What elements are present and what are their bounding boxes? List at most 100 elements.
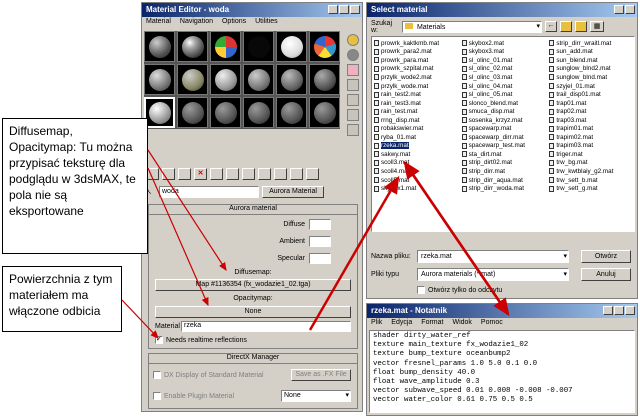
file-item[interactable]: scoll3.mat <box>374 159 459 168</box>
close-button[interactable] <box>350 5 360 14</box>
file-item[interactable]: sl_olinc_05.mat <box>461 90 547 99</box>
view-menu-icon[interactable]: ▦ <box>590 21 604 32</box>
file-item[interactable]: przylk_wode.mat <box>374 82 459 91</box>
file-item[interactable]: trapim02.mat <box>549 133 634 142</box>
readonly-checkbox[interactable] <box>417 286 425 294</box>
sample-slot[interactable] <box>276 97 307 128</box>
sample-slot[interactable] <box>243 64 274 95</box>
make-unique-icon[interactable] <box>226 168 239 180</box>
file-item[interactable]: skybox1.mat <box>374 184 459 193</box>
plugin-dropdown[interactable]: None ▾ <box>281 390 351 402</box>
menu-plik[interactable]: Plik <box>371 319 382 328</box>
file-item[interactable]: sakwy.mat <box>374 150 459 159</box>
cancel-button[interactable]: Anuluj <box>581 268 631 281</box>
video-color-icon[interactable] <box>347 94 359 106</box>
menu-material[interactable]: Material <box>146 18 171 27</box>
material-name-field[interactable]: woda <box>159 186 259 198</box>
diffuse-swatch[interactable] <box>309 219 331 230</box>
put-to-scene-icon[interactable] <box>162 168 175 180</box>
sample-slot[interactable] <box>210 97 241 128</box>
sample-slot[interactable] <box>309 31 340 62</box>
sample-slot[interactable] <box>177 97 208 128</box>
file-item[interactable]: sl_olinc_03.mat <box>461 73 547 82</box>
file-item-selected[interactable]: rzeka.mat <box>374 142 459 151</box>
file-item[interactable]: strip_dirr_aqua.mat <box>461 176 547 185</box>
uv-tiling-icon[interactable] <box>347 79 359 91</box>
file-item[interactable]: trap03.mat <box>549 116 634 125</box>
file-item[interactable]: strip_dirr_woda.mat <box>461 184 547 193</box>
sample-slot[interactable] <box>309 64 340 95</box>
file-item[interactable]: strip_dirr.mat <box>461 167 547 176</box>
sample-slot-active[interactable] <box>144 97 175 128</box>
new-folder-icon[interactable] <box>575 21 587 32</box>
file-item[interactable]: trapim03.mat <box>549 142 634 151</box>
file-item[interactable]: skybox2.mat <box>461 39 547 48</box>
back-icon[interactable]: ← <box>545 21 557 32</box>
file-item[interactable]: prowrk_para.mat <box>374 56 459 65</box>
file-item[interactable]: trail_disp01.mat <box>549 90 634 99</box>
file-item[interactable]: spacewarp_test.mat <box>461 142 547 151</box>
file-item[interactable]: smuca_disp.mat <box>461 107 547 116</box>
opacitymap-button[interactable]: None <box>155 306 351 318</box>
maximize-button[interactable] <box>339 5 349 14</box>
menu-utilities[interactable]: Utilities <box>255 18 278 27</box>
file-item[interactable]: skybox3.mat <box>461 48 547 57</box>
minimize-button[interactable] <box>603 306 613 315</box>
material-type-button[interactable]: Aurora Material <box>262 186 324 198</box>
file-item[interactable]: sun_add.mat <box>549 48 634 57</box>
sample-slot[interactable] <box>210 64 241 95</box>
sample-slot[interactable] <box>243 97 274 128</box>
sample-slot[interactable] <box>276 64 307 95</box>
make-copy-icon[interactable] <box>210 168 223 180</box>
plugin-checkbox[interactable] <box>153 392 161 400</box>
menu-options[interactable]: Options <box>222 18 246 27</box>
sample-slot[interactable] <box>309 97 340 128</box>
save-fx-button[interactable]: Save as .FX File <box>291 369 351 381</box>
file-item[interactable]: prowrk_szpital.mat <box>374 65 459 74</box>
file-item[interactable]: prowrk_kaktkmb.mat <box>374 39 459 48</box>
options-icon[interactable] <box>347 124 359 136</box>
close-button[interactable] <box>625 5 635 14</box>
show-end-result-icon[interactable] <box>290 168 303 180</box>
file-item[interactable]: spacewarp_dirr.mat <box>461 133 547 142</box>
file-item[interactable]: sta_dirt.mat <box>461 150 547 159</box>
background-icon[interactable] <box>347 64 359 76</box>
help-button[interactable] <box>614 5 624 14</box>
file-item[interactable]: sl_olinc_01.mat <box>461 56 547 65</box>
filename-field[interactable]: rzeka.mat ▾ <box>417 250 569 263</box>
backlight-icon[interactable] <box>347 49 359 61</box>
file-item[interactable]: sunglow_blnd2.mat <box>549 65 634 74</box>
reflections-checkbox[interactable]: ✓ <box>155 336 163 344</box>
select-material-titlebar[interactable]: Select material <box>367 3 637 17</box>
file-item[interactable]: prowrk_para2.mat <box>374 48 459 57</box>
file-item[interactable]: sl_olinc_04.mat <box>461 82 547 91</box>
open-button[interactable]: Otwórz <box>581 250 631 263</box>
file-item[interactable]: rain_test2.mat <box>374 90 459 99</box>
dx-display-checkbox[interactable] <box>153 371 161 379</box>
file-item[interactable]: trw_sett_b.mat <box>549 176 634 185</box>
lookin-dropdown[interactable]: Materials ▾ <box>402 20 542 33</box>
show-map-icon[interactable] <box>274 168 287 180</box>
reset-icon[interactable]: ✕ <box>194 168 207 180</box>
file-item[interactable]: rain_test.mat <box>374 107 459 116</box>
sample-slot[interactable] <box>144 31 175 62</box>
minimize-button[interactable] <box>328 5 338 14</box>
menu-navigation[interactable]: Navigation <box>180 18 213 27</box>
file-item[interactable]: spacewarp.mat <box>461 124 547 133</box>
file-item[interactable]: triger.mat <box>549 150 634 159</box>
directx-title[interactable]: DirectX Manager <box>149 354 357 364</box>
file-item[interactable]: trw_kwtblaiy_g2.mat <box>549 167 634 176</box>
menu-pomoc[interactable]: Pomoc <box>481 319 503 328</box>
file-item[interactable]: sun_blend.mat <box>549 56 634 65</box>
file-item[interactable]: strip_dirt02.mat <box>461 159 547 168</box>
file-item[interactable]: sunglow_blnd.mat <box>549 73 634 82</box>
sample-type-icon[interactable] <box>347 34 359 46</box>
file-item[interactable]: sosenka_krzyz.mat <box>461 116 547 125</box>
file-item[interactable]: robakswier.mat <box>374 124 459 133</box>
file-item[interactable]: slonco_blend.mat <box>461 99 547 108</box>
close-button[interactable] <box>625 306 635 315</box>
file-item[interactable]: trw_sett_g.mat <box>549 184 634 193</box>
go-to-parent-icon[interactable] <box>306 168 319 180</box>
sample-slot[interactable] <box>210 31 241 62</box>
specular-swatch[interactable] <box>309 253 331 264</box>
